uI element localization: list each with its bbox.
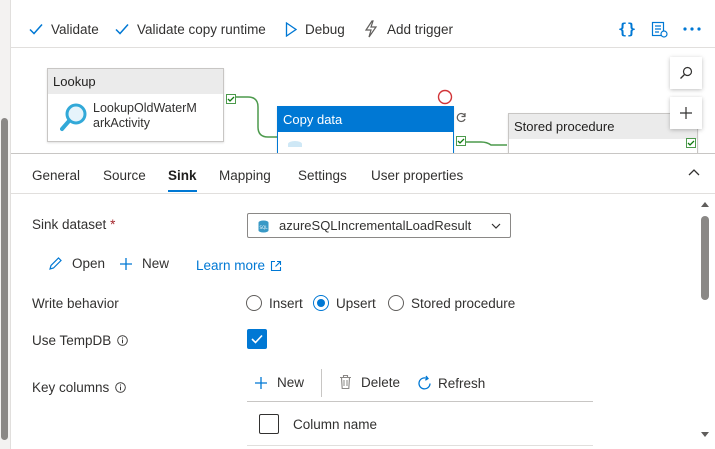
write-behavior-stored-procedure-option[interactable]: Stored procedure	[388, 295, 515, 311]
key-columns-table-header: Column name	[247, 402, 593, 446]
write-behavior-insert-option[interactable]: Insert	[246, 295, 303, 311]
info-icon[interactable]	[117, 335, 129, 346]
tab-sink[interactable]: Sink	[168, 154, 197, 194]
success-output-icon[interactable]	[226, 94, 236, 104]
key-columns-label: Key columns	[32, 380, 110, 395]
error-indicator-icon	[437, 89, 453, 105]
checkmark-icon	[115, 23, 129, 35]
search-icon	[679, 66, 693, 80]
lightning-icon	[363, 20, 379, 38]
checkmark-icon	[251, 334, 263, 344]
rerun-icon[interactable]	[456, 112, 467, 123]
plus-icon	[119, 257, 133, 271]
tab-general[interactable]: General	[32, 154, 80, 194]
new-dataset-button[interactable]: New	[119, 256, 169, 271]
validate-copy-runtime-button[interactable]: Validate copy runtime	[115, 10, 266, 48]
trash-icon	[339, 374, 352, 390]
refresh-icon	[416, 375, 433, 392]
stored-procedure-radio[interactable]	[388, 295, 404, 311]
learn-more-link[interactable]: Learn more	[196, 258, 282, 273]
success-output-icon[interactable]	[686, 138, 696, 148]
tab-user-properties[interactable]: User properties	[371, 154, 463, 194]
select-all-checkbox[interactable]	[259, 414, 279, 434]
properties-tab-bar: General Source Sink Mapping Settings Use…	[11, 153, 715, 194]
tab-settings[interactable]: Settings	[298, 154, 347, 194]
required-mark: *	[110, 217, 116, 232]
magnifier-icon	[60, 103, 88, 133]
lookup-activity-name-line2: arkActivity	[93, 116, 150, 130]
copy-data-icon	[288, 141, 302, 147]
zoom-in-button[interactable]	[670, 97, 702, 129]
left-scrollbar-thumb[interactable]	[1, 118, 8, 440]
key-column-delete-label: Delete	[361, 374, 401, 390]
open-label: Open	[72, 256, 106, 271]
write-behavior-label: Write behavior	[32, 296, 119, 311]
validate-label: Validate	[51, 21, 99, 37]
stored-procedure-activity-title: Stored procedure	[509, 114, 697, 139]
toolbar-divider	[321, 369, 322, 397]
sql-database-icon: SQL	[258, 220, 269, 233]
properties-icon[interactable]	[648, 18, 670, 40]
use-tempdb-checkbox[interactable]	[247, 329, 267, 349]
collapse-panel-button[interactable]	[688, 168, 700, 176]
plus-icon	[254, 376, 268, 390]
scroll-down-arrow-icon[interactable]	[701, 432, 709, 438]
success-output-icon[interactable]	[456, 136, 466, 146]
new-label: New	[142, 256, 170, 271]
key-column-delete-button[interactable]: Delete	[339, 374, 400, 390]
learn-more-label: Learn more	[196, 258, 266, 273]
write-behavior-upsert-option[interactable]: Upsert	[313, 295, 376, 311]
sink-dataset-dropdown[interactable]: SQL azureSQLIncrementalLoadResult	[247, 213, 511, 238]
code-icon[interactable]: {}	[616, 18, 638, 40]
add-trigger-button[interactable]: Add trigger	[363, 10, 453, 48]
external-link-icon	[270, 260, 282, 272]
chevron-down-icon	[491, 223, 501, 229]
upsert-label: Upsert	[336, 295, 376, 311]
lookup-activity-node[interactable]: Lookup LookupOldWaterM arkActivity	[47, 68, 224, 142]
column-name-header: Column name	[293, 417, 378, 432]
scroll-up-arrow-icon[interactable]	[701, 201, 709, 207]
validate-button[interactable]: Validate	[29, 10, 99, 48]
info-icon[interactable]	[115, 382, 127, 393]
checkmark-icon	[29, 23, 43, 35]
more-icon[interactable]	[681, 18, 703, 40]
copy-data-activity-title: Copy data	[278, 107, 453, 132]
lookup-activity-name-line1: LookupOldWaterM	[93, 101, 197, 115]
use-tempdb-label: Use TempDB	[32, 333, 112, 348]
plus-icon	[679, 106, 693, 120]
pipeline-canvas[interactable]: Lookup LookupOldWaterM arkActivity Copy …	[11, 49, 715, 153]
chevron-up-icon	[688, 168, 700, 176]
sink-dataset-value: azureSQLIncrementalLoadResult	[279, 218, 472, 233]
validate-copy-runtime-label: Validate copy runtime	[137, 21, 266, 37]
upsert-radio[interactable]	[313, 295, 329, 311]
edit-pencil-icon	[48, 256, 63, 271]
sink-dataset-label-text: Sink dataset	[32, 217, 107, 232]
key-column-refresh-button[interactable]: Refresh	[416, 375, 485, 392]
insert-label: Insert	[269, 295, 303, 311]
use-tempdb-row: Use TempDB	[32, 333, 129, 348]
add-trigger-label: Add trigger	[387, 21, 454, 37]
copy-data-activity-node[interactable]: Copy data	[277, 106, 454, 153]
open-dataset-button[interactable]: Open	[48, 256, 105, 271]
tab-source[interactable]: Source	[103, 154, 146, 194]
sink-dataset-label: Sink dataset *	[32, 217, 115, 232]
svg-text:SQL: SQL	[260, 225, 269, 230]
key-columns-row: Key columns	[32, 380, 127, 395]
key-column-new-label: New	[277, 375, 305, 390]
insert-radio[interactable]	[246, 295, 262, 311]
canvas-search-button[interactable]	[670, 57, 702, 89]
lookup-activity-title: Lookup	[48, 69, 223, 94]
tab-mapping[interactable]: Mapping	[219, 154, 271, 194]
key-column-refresh-label: Refresh	[438, 376, 486, 391]
pipeline-toolbar: Validate Validate copy runtime Debug Add…	[11, 10, 715, 48]
play-icon	[285, 21, 297, 37]
key-column-new-button[interactable]: New	[254, 375, 304, 390]
properties-scrollbar-thumb[interactable]	[701, 216, 709, 300]
debug-label: Debug	[305, 21, 345, 37]
debug-button[interactable]: Debug	[285, 10, 345, 48]
stored-procedure-label: Stored procedure	[411, 295, 516, 311]
